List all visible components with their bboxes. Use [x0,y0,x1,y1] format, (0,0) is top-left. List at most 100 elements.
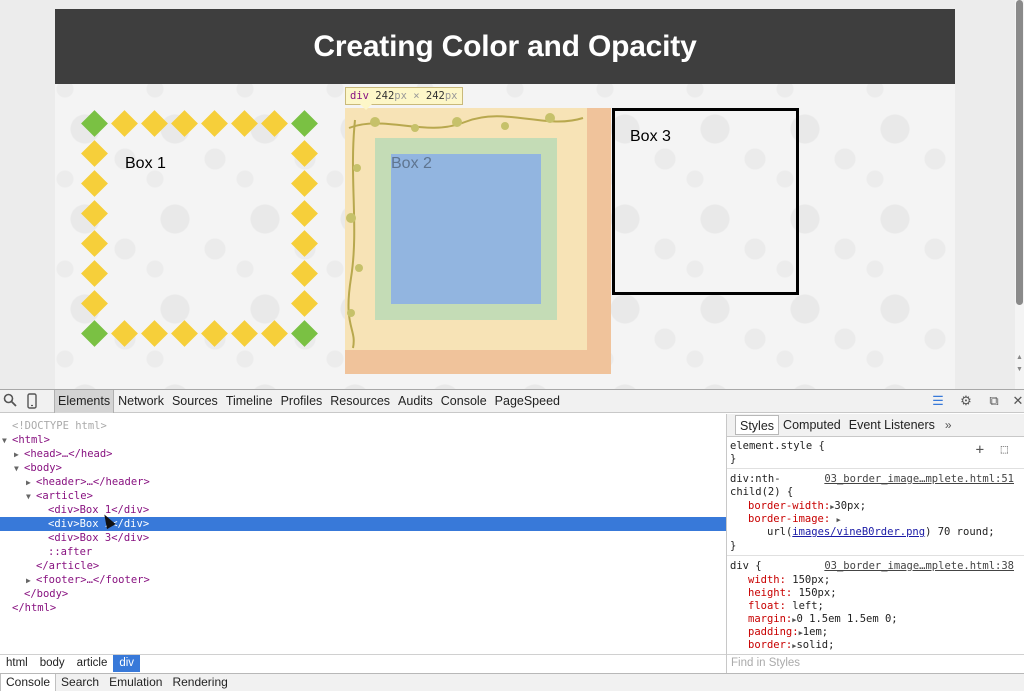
dom-node[interactable]: </html> [0,601,726,615]
page-title: Creating Color and Opacity [313,29,697,63]
css-property-height[interactable]: height: 150px; [748,587,837,600]
close-icon[interactable]: ✕ [1010,393,1024,409]
rule-source-link[interactable]: 03_border_image…mplete.html:38 [824,560,1014,573]
edge-diamond [231,110,258,137]
expand-triangle-icon[interactable]: ▶ [14,448,24,462]
tab-network[interactable]: Network [114,390,168,413]
css-property-width[interactable]: width: 150px; [748,574,830,587]
element-style-rule[interactable]: element.style { } + ⬚ [727,438,1024,469]
page-scrollbar[interactable]: ▲ ▼ [1015,0,1024,389]
breadcrumb-article[interactable]: article [71,655,114,672]
dom-node[interactable]: <!DOCTYPE html> [0,419,726,433]
dom-node-text: </html> [12,602,57,614]
dom-node[interactable]: ▶ <footer>…</footer> [0,573,726,587]
css-property-border-image[interactable]: border-image: ▶ [748,513,841,526]
dom-node[interactable]: ::after [0,545,726,559]
drawer-tab-rendering[interactable]: Rendering [167,674,232,691]
drawer-toggle-icon[interactable]: ☰ [930,393,946,409]
div-rule[interactable]: div { 03_border_image…mplete.html:38 wid… [727,557,1024,662]
tooltip-unit: px [394,90,407,102]
box-1[interactable]: Box 1 [81,110,321,350]
element-size-tooltip: div 242px × 242px [345,87,463,105]
css-property-margin[interactable]: margin:▶0 1.5em 1.5em 0; [748,613,898,626]
gear-icon[interactable]: ⚙ [958,393,974,409]
page-scrollbar-thumb[interactable] [1016,0,1023,305]
property-name: padding: [748,626,799,638]
element-state-icon[interactable]: ⬚ [1001,442,1008,456]
dom-node[interactable]: ▼ <body> [0,461,726,475]
search-icon[interactable] [2,393,18,409]
tab-resources[interactable]: Resources [326,390,394,413]
property-value: 150px; [792,574,831,586]
styles-pane: Styles Computed Event Listeners » element.s… [727,414,1024,662]
find-in-styles-input[interactable]: Find in Styles [727,654,1024,672]
tab-pagespeed[interactable]: PageSpeed [491,390,564,413]
dom-node[interactable]: ▼ <article> [0,489,726,503]
breadcrumb-body[interactable]: body [34,655,71,672]
dom-node-text: </body> [24,588,69,600]
drawer-tab-search[interactable]: Search [56,674,104,691]
tab-sources[interactable]: Sources [168,390,222,413]
dom-node[interactable]: ▶ <header>…</header> [0,475,726,489]
edge-diamond [291,230,318,257]
edge-diamond [201,110,228,137]
url-prefix: url( [767,526,793,538]
dom-node[interactable]: </body> [0,587,726,601]
edge-diamond [261,110,288,137]
rule-selector: div:nth- [730,473,781,485]
tab-timeline[interactable]: Timeline [222,390,277,413]
box-3[interactable]: Box 3 [612,108,799,295]
tab-profiles[interactable]: Profiles [277,390,327,413]
dom-tree[interactable]: <!DOCTYPE html> ▼ <html> ▶ <head>…</head> ▼ <b… [0,414,726,662]
edge-diamond [111,320,138,347]
device-mode-icon[interactable] [24,393,40,409]
property-value: left; [792,600,824,612]
image-url-link[interactable]: images/vineB0rder.png [792,526,925,538]
tab-console[interactable]: Console [437,390,491,413]
styles-tab-styles[interactable]: Styles [735,415,780,435]
dom-node[interactable]: ▼ <html> [0,433,726,447]
nth-child-rule[interactable]: div:nth- 03_border_image…mplete.html:51 … [727,470,1024,556]
edge-diamond [291,170,318,197]
edge-diamond [81,230,108,257]
edge-diamond [81,260,108,287]
edge-diamond [291,200,318,227]
dock-icon[interactable]: ⧉ [986,393,1002,409]
expand-triangle-icon[interactable]: ▼ [14,462,24,476]
breadcrumb-html[interactable]: html [0,655,34,672]
styles-tab-event-listeners[interactable]: Event Listeners [845,415,939,435]
tab-audits[interactable]: Audits [394,390,437,413]
box-2[interactable]: Box 2 [345,108,611,374]
devtools-toolbar: Elements Network Sources Timeline Profiles Re… [0,390,1024,413]
drawer-tab-emulation[interactable]: Emulation [104,674,167,691]
property-name: border: [748,639,793,651]
expand-triangle-icon[interactable]: ▶ [26,476,36,490]
dom-node[interactable]: <div>Box 3</div> [0,531,726,545]
dom-node[interactable]: ▶ <head>…</head> [0,447,726,461]
edge-diamond [291,140,318,167]
expand-triangle-icon[interactable]: ▶ [26,574,36,588]
drawer-tabs: Console Search Emulation Rendering [0,673,1024,691]
expand-triangle-icon[interactable]: ▼ [2,434,12,448]
styles-tab-computed[interactable]: Computed [779,415,845,435]
dom-node-text: <article> [36,490,93,502]
more-tabs-icon[interactable]: » [945,418,952,432]
scroll-arrows-icon[interactable]: ▲ ▼ [1016,352,1023,376]
url-suffix: ) 70 round; [925,526,995,538]
css-property-url[interactable]: url(images/vineB0rder.png) 70 round; [767,526,995,539]
corner-diamond [291,110,318,137]
tooltip-times: × [406,90,426,102]
tab-elements[interactable]: Elements [54,390,115,413]
drawer-tab-console[interactable]: Console [0,674,57,691]
dom-node[interactable]: </article> [0,559,726,573]
breadcrumb-div[interactable]: div [113,655,141,672]
expand-triangle-icon[interactable]: ▼ [26,490,36,504]
box-2-label: Box 2 [391,155,432,172]
css-property-border-width[interactable]: border-width:▶30px; [748,500,866,513]
add-style-icon[interactable]: + [976,442,984,458]
css-property-float[interactable]: float: left; [748,600,824,613]
tooltip-unit: px [444,90,458,102]
rule-source-link[interactable]: 03_border_image…mplete.html:51 [824,473,1014,486]
css-property-border[interactable]: border:▶solid; [748,639,834,652]
css-property-padding[interactable]: padding:▶1em; [748,626,828,639]
